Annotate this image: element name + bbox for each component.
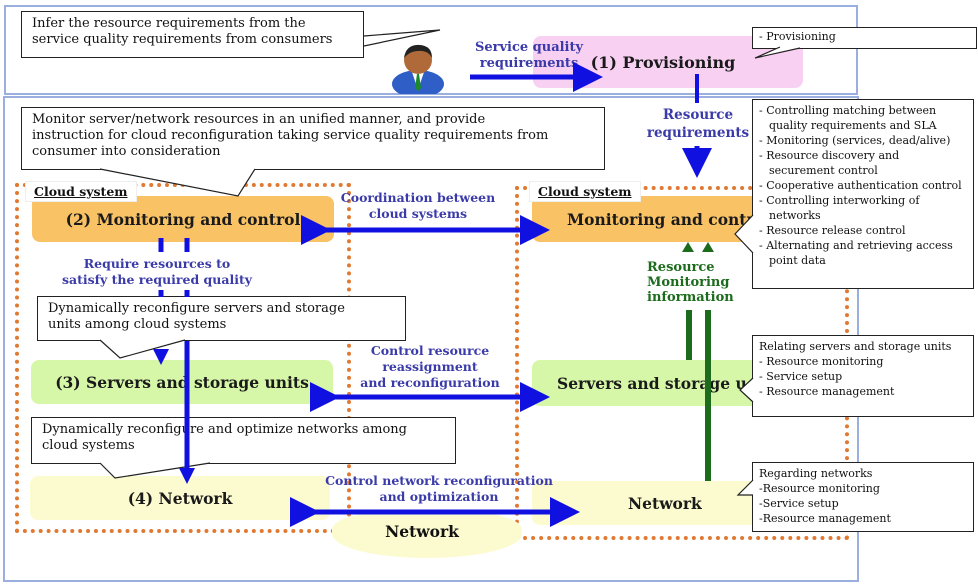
callout-line: consumer into consideration	[32, 144, 221, 159]
control-resource-label: Control resource reassignment and reconf…	[355, 343, 505, 391]
callout-line: cloud systems	[42, 438, 135, 453]
right-cloud-label: Cloud system	[529, 181, 641, 202]
consumer-avatar-icon	[390, 38, 446, 98]
block-label: (3) Servers and storage units	[55, 372, 309, 392]
callout-line: instruction for cloud reconfiguration ta…	[32, 128, 549, 143]
label-line: requirements	[479, 56, 579, 71]
sidebox-item: Relating servers and storage units	[759, 340, 952, 353]
label-line: Coordination between	[340, 190, 496, 205]
sidebox-item: - Service setup	[759, 370, 843, 383]
sidebox-item: -Resource management	[759, 512, 891, 525]
require-resources-label: Require resources to satisfy the require…	[52, 256, 262, 288]
label-line: and optimization	[379, 489, 499, 504]
label-line: Require resources to	[83, 256, 231, 271]
monitoring-callout: Monitor server/network resources in an u…	[21, 107, 605, 170]
block-label: (2) Monitoring and control	[65, 209, 301, 229]
sidebox-item: - Resource release control	[759, 224, 906, 237]
resource-requirements-label: Resource requirements	[642, 106, 754, 142]
label-line: Resource	[662, 107, 734, 123]
label-line: Control resource	[370, 343, 490, 358]
label-line: satisfy the required quality	[61, 272, 253, 287]
resource-monitoring-label: Resource Monitoring information	[647, 260, 747, 305]
block-label: Network	[628, 493, 702, 513]
callout-line: service quality requirements from consum…	[32, 32, 333, 47]
coordination-label: Coordination between cloud systems	[338, 190, 498, 222]
monitoring-sidebox: - Controlling matching between quality r…	[752, 99, 974, 289]
callout-line: Monitor server/network resources in an u…	[32, 112, 486, 127]
sidebox-item: - Cooperative authentication control	[759, 179, 962, 192]
label-line: requirements	[646, 125, 750, 141]
sidebox-item: - Resource monitoring	[759, 355, 884, 368]
label-line: Resource	[647, 260, 715, 275]
sidebox-item: - Provisioning	[759, 30, 836, 43]
consumer-callout: Infer the resource requirements from the…	[21, 11, 364, 58]
label-line: Control network reconfiguration	[325, 473, 553, 488]
block-label: Servers and storage u	[557, 373, 747, 393]
label-line: cloud systems	[368, 206, 468, 221]
sidebox-item: - Monitoring (services, dead/alive)	[759, 134, 951, 147]
callout-line: units among cloud systems	[48, 317, 227, 332]
label-line: information	[647, 290, 734, 305]
left-servers-block: (3) Servers and storage units	[31, 360, 333, 404]
callout-line: Dynamically reconfigure and optimize net…	[42, 422, 407, 437]
left-monitoring-block: (2) Monitoring and control	[32, 196, 334, 242]
sidebox-item: Regarding networks	[759, 467, 873, 480]
label-line: Service quality	[474, 40, 584, 55]
label-line: and reconfiguration	[360, 375, 500, 390]
sidebox-item: - Resource management	[759, 385, 895, 398]
network-cloud-label: Network	[385, 522, 459, 541]
servers-sidebox: Relating servers and storage units - Res…	[752, 335, 974, 417]
sidebox-item: -Service setup	[759, 497, 839, 510]
sidebox-item: - Resource discovery and securement cont…	[759, 149, 900, 177]
sidebox-item: - Controlling interworking of networks	[759, 194, 920, 222]
provisioning-sidebox: - Provisioning	[752, 27, 977, 49]
network-sidebox: Regarding networks -Resource monitoring …	[752, 462, 974, 532]
servers-callout: Dynamically reconfigure servers and stor…	[37, 296, 406, 341]
sidebox-item: -Resource monitoring	[759, 482, 880, 495]
left-network-block: (4) Network	[30, 476, 330, 520]
right-servers-block: Servers and storage u	[532, 360, 762, 406]
service-quality-label: Service quality requirements	[470, 40, 588, 72]
sidebox-item: - Alternating and retrieving access poin…	[759, 239, 953, 267]
callout-line: Infer the resource requirements from the	[32, 16, 306, 31]
provisioning-label: (1) Provisioning	[590, 52, 736, 72]
right-monitoring-block: Monitoring and contr	[532, 196, 762, 242]
control-network-label: Control network reconfiguration and opti…	[318, 473, 560, 505]
block-label: (4) Network	[127, 488, 233, 508]
label-line: reassignment	[382, 359, 478, 374]
label-line: Monitoring	[647, 275, 730, 290]
block-label: Monitoring and contr	[567, 209, 755, 229]
left-cloud-label: Cloud system	[25, 181, 137, 202]
right-network-block: Network	[532, 481, 762, 525]
network-callout: Dynamically reconfigure and optimize net…	[31, 417, 456, 464]
sidebox-item: - Controlling matching between quality r…	[759, 104, 937, 132]
callout-line: Dynamically reconfigure servers and stor…	[48, 301, 345, 316]
